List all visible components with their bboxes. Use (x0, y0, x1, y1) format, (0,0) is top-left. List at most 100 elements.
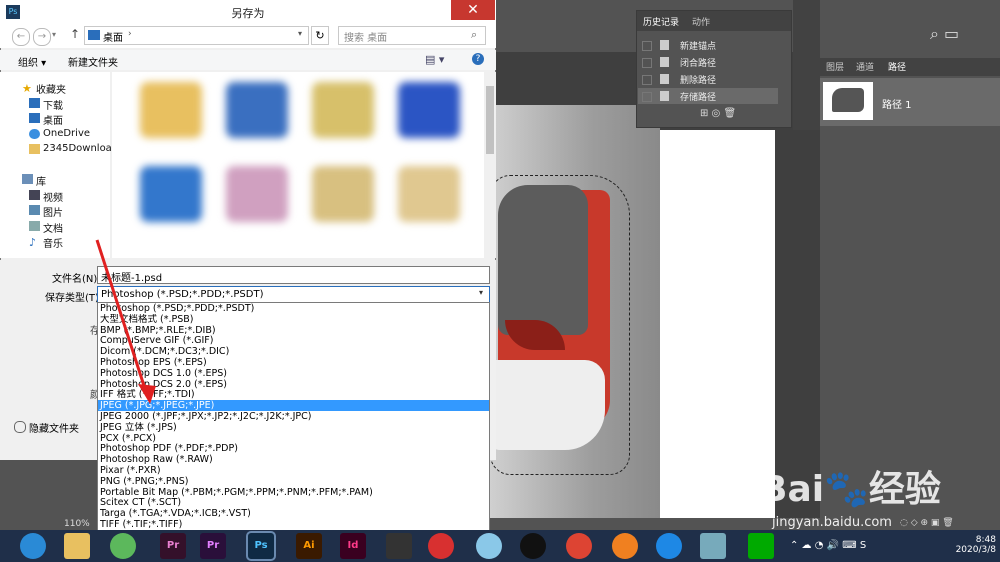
zoom-level[interactable]: 110% (64, 519, 90, 529)
chevron-right-icon[interactable]: › (128, 29, 132, 39)
history-item[interactable]: 新建锚点 (638, 37, 778, 53)
nav-library[interactable]: 库 (36, 173, 46, 188)
path-thumbnail-shape (832, 88, 864, 112)
app-icon[interactable] (700, 533, 726, 559)
close-button[interactable]: ✕ (451, 0, 495, 20)
filetype-option[interactable]: Photoshop DCS 1.0 (*.EPS) (98, 368, 489, 379)
filetype-option[interactable]: Targa (*.TGA;*.VDA;*.ICB;*.VST) (98, 508, 489, 519)
filetype-option[interactable]: BMP (*.BMP;*.RLE;*.DIB) (98, 325, 489, 336)
chevron-down-icon[interactable]: ▾ (298, 29, 302, 38)
file-item-thumbnail[interactable] (312, 82, 374, 138)
browser-icon[interactable] (20, 533, 46, 559)
file-item-thumbnail[interactable] (140, 82, 202, 138)
tab-actions[interactable]: 动作 (692, 15, 710, 28)
chevron-up-icon[interactable] (14, 421, 26, 433)
filetype-option[interactable]: Photoshop (*.PSD;*.PDD;*.PSDT) (98, 303, 489, 314)
history-dropdown-icon[interactable]: ▾ (52, 30, 56, 39)
ps-document-white-area (660, 130, 775, 518)
nav-downloads[interactable]: 下载 (43, 97, 63, 112)
filetype-option[interactable]: PCX (*.PCX) (98, 433, 489, 444)
history-footer-icons[interactable]: ⊞ ◎ 🗑 (700, 108, 736, 119)
nav-pictures[interactable]: 图片 (43, 204, 63, 219)
filetype-label: 保存类型(T): (45, 293, 103, 304)
ps-tool-strip[interactable] (793, 0, 820, 130)
wechat-icon[interactable] (110, 533, 136, 559)
system-tray-icons[interactable]: ⌃ ☁ ◔ 🔊 ⌨ S (790, 540, 866, 551)
filetype-option[interactable]: IFF 格式 (*.IFF;*.TDI) (98, 389, 489, 400)
file-item-thumbnail[interactable] (312, 166, 374, 222)
filetype-option[interactable]: Photoshop Raw (*.RAW) (98, 454, 489, 465)
scrollbar-thumb[interactable] (486, 86, 494, 154)
file-item-thumbnail[interactable] (140, 166, 202, 222)
nav-music[interactable]: 音乐 (43, 235, 63, 250)
clock-time: 8:48 (975, 535, 996, 545)
file-explorer-icon[interactable] (64, 533, 90, 559)
nav-documents[interactable]: 文档 (43, 220, 63, 235)
address-text[interactable]: 桌面 (103, 29, 123, 44)
refresh-icon[interactable]: ↻ (311, 26, 329, 45)
app-icon[interactable] (612, 533, 638, 559)
file-item-thumbnail[interactable] (226, 166, 288, 222)
filetype-option[interactable]: Dicom (*.DCM;*.DC3;*.DIC) (98, 346, 489, 357)
desktop-icon (88, 30, 100, 40)
path-outline (490, 175, 630, 475)
help-icon[interactable]: ? (472, 53, 484, 65)
ie-icon[interactable] (656, 533, 682, 559)
forward-arrow-icon[interactable]: → (33, 28, 51, 46)
filetype-select[interactable]: Photoshop (*.PSD;*.PDD;*.PSDT) (97, 286, 490, 303)
ps-search-icon[interactable]: ⌕ ▭ (930, 24, 959, 44)
search-icon[interactable]: ⌕ (471, 28, 477, 42)
cloud-icon (29, 129, 40, 139)
nav-desktop[interactable]: 桌面 (43, 112, 63, 127)
tab-channels[interactable]: 通道 (856, 60, 874, 73)
file-item-thumbnail[interactable] (398, 82, 460, 138)
filetype-option[interactable]: JPEG 2000 (*.JPF;*.JPX;*.JP2;*.J2C;*.J2K… (98, 411, 489, 422)
app-icon[interactable] (476, 533, 502, 559)
qq-icon[interactable] (520, 533, 546, 559)
premiere-icon[interactable]: Pr (160, 533, 186, 559)
filetype-option[interactable]: Scitex CT (*.SCT) (98, 497, 489, 508)
video-app-icon[interactable] (386, 533, 412, 559)
hide-folders-button[interactable]: 隐藏文件夹 (29, 420, 79, 435)
history-item-selected[interactable]: 存储路径 (638, 88, 778, 104)
filetype-option[interactable]: CompuServe GIF (*.GIF) (98, 335, 489, 346)
premiere-icon-2[interactable]: Pr (200, 533, 226, 559)
tab-history[interactable]: 历史记录 (643, 15, 679, 28)
filetype-option[interactable]: Pixar (*.PXR) (98, 465, 489, 476)
new-folder-button[interactable]: 新建文件夹 (68, 54, 118, 69)
folder-icon (29, 144, 40, 154)
view-options-icon[interactable]: ▤ ▾ (425, 53, 444, 66)
app-icon[interactable] (428, 533, 454, 559)
filetype-option[interactable]: Portable Bit Map (*.PBM;*.PGM;*.PPM;*.PN… (98, 487, 489, 498)
nav-favorites[interactable]: 收藏夹 (36, 81, 66, 96)
filetype-option[interactable]: PNG (*.PNG;*.PNS) (98, 476, 489, 487)
filetype-option[interactable]: TIFF (*.TIF;*.TIFF) (98, 519, 489, 530)
filetype-option[interactable]: Photoshop EPS (*.EPS) (98, 357, 489, 368)
desktop-icon (29, 113, 40, 123)
filetype-option[interactable]: Photoshop PDF (*.PDF;*.PDP) (98, 443, 489, 454)
up-arrow-icon[interactable]: ↑ (70, 27, 80, 41)
nav-video[interactable]: 视频 (43, 189, 63, 204)
history-item[interactable]: 闭合路径 (638, 54, 778, 70)
chevron-down-icon[interactable]: ▾ (479, 288, 483, 297)
panel-footer-icons[interactable]: ◌ ◇ ⊕ ▣ 🗑 (900, 518, 1000, 530)
organize-button[interactable]: 组织 ▾ (18, 54, 46, 69)
chrome-icon[interactable] (566, 533, 592, 559)
back-arrow-icon[interactable]: ← (12, 28, 30, 46)
filetype-option[interactable]: JPEG 立体 (*.JPS) (98, 422, 489, 433)
tab-paths[interactable]: 路径 (888, 60, 906, 73)
file-item-thumbnail[interactable] (226, 82, 288, 138)
filetype-option-selected[interactable]: JPEG (*.JPG;*.JPEG;*.JPE) (98, 400, 489, 412)
history-item[interactable]: 删除路径 (638, 71, 778, 87)
photoshop-icon[interactable]: Ps (246, 531, 276, 561)
filetype-option[interactable]: Photoshop DCS 2.0 (*.EPS) (98, 379, 489, 390)
clock[interactable]: 8:48 2020/3/8 (942, 535, 996, 555)
indesign-icon[interactable]: Id (340, 533, 366, 559)
app-icon[interactable] (748, 533, 774, 559)
filetype-option[interactable]: 大型文档格式 (*.PSB) (98, 314, 489, 325)
filename-input[interactable]: 未标题-1.psd (97, 266, 490, 284)
illustrator-icon[interactable]: Ai (296, 533, 322, 559)
tab-layers[interactable]: 图层 (826, 60, 844, 73)
nav-onedrive[interactable]: OneDrive (43, 128, 90, 139)
file-item-thumbnail[interactable] (398, 166, 460, 222)
